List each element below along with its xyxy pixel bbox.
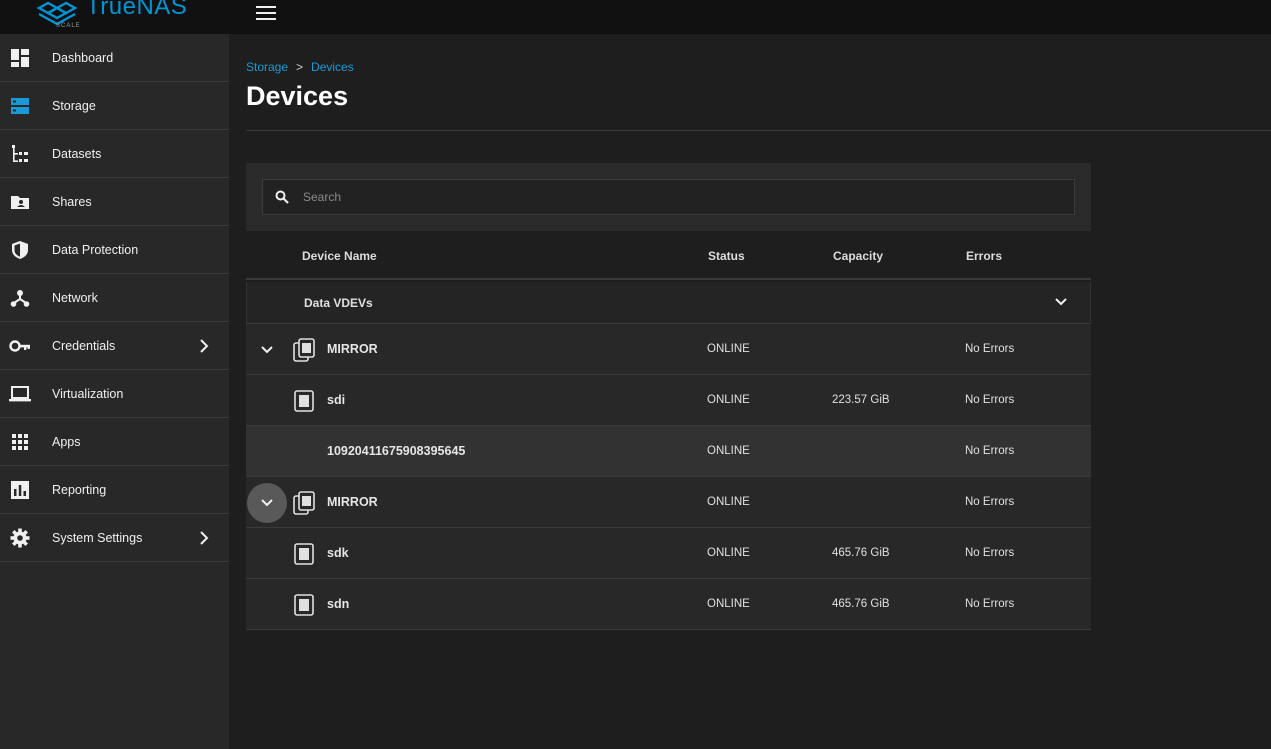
device-name: sdn [327,597,350,611]
device-errors: No Errors [965,598,1015,610]
main-content: Storage > Devices Devices Device Name St… [229,34,1271,749]
device-errors: No Errors [965,547,1015,559]
sidebar-item-datasets[interactable]: Datasets [0,130,229,178]
sidebar-item-apps[interactable]: Apps [0,418,229,466]
device-capacity: 465.76 GiB [832,547,890,559]
sidebar-item-label: Reporting [52,482,107,497]
menu-toggle-button[interactable] [256,2,276,20]
shares-icon [9,192,31,212]
device-errors: No Errors [965,445,1015,457]
device-capacity: 223.57 GiB [832,394,890,406]
hamburger-icon [256,6,276,8]
gear-icon [9,528,31,548]
sidebar-item-virtualization[interactable]: Virtualization [0,370,229,418]
chevron-right-icon [200,339,209,353]
sidebar-item-label: Virtualization [52,386,124,401]
sidebar-item-credentials[interactable]: Credentials [0,322,229,370]
device-name: sdi [327,393,346,407]
device-status: ONLINE [707,445,750,457]
device-status: ONLINE [707,394,750,406]
search-icon [275,190,289,204]
sidebar-item-dashboard[interactable]: Dashboard [0,34,229,82]
search-bar [246,163,1091,231]
table-row[interactable]: sdi ONLINE 223.57 GiB No Errors [246,375,1091,426]
breadcrumb-separator: > [296,60,304,74]
network-icon [9,288,31,308]
device-errors: No Errors [965,343,1015,355]
table-header: Device Name Status Capacity Errors [246,231,1091,280]
device-name: MIRROR [327,495,378,509]
sidebar: Dashboard Storage Datasets Shares Data P… [0,34,229,749]
breadcrumb-devices[interactable]: Devices [311,60,354,74]
vdev-group-label: Data VDEVs [304,296,373,310]
logo-subtitle: SCALE [56,23,81,29]
column-header-errors[interactable]: Errors [966,249,1002,263]
expand-toggle-button[interactable] [247,483,287,523]
sidebar-item-label: Data Protection [52,242,139,257]
disk-icon [294,390,314,412]
storage-icon [9,96,31,116]
bar-chart-icon [9,480,31,500]
column-header-capacity[interactable]: Capacity [833,249,883,263]
dashboard-icon [9,48,31,68]
device-status: ONLINE [707,343,750,355]
sidebar-item-label: Credentials [52,338,116,353]
disk-icon [294,543,314,565]
device-status: ONLINE [707,496,750,508]
datasets-icon [9,144,31,164]
device-name: sdk [327,546,349,560]
vdev-group-row[interactable]: Data VDEVs [246,282,1091,324]
sidebar-item-label: Datasets [52,146,102,161]
chevron-down-icon [261,346,273,354]
search-box[interactable] [262,179,1075,215]
expand-toggle-button[interactable] [247,330,287,370]
mirror-icon [293,338,315,362]
device-errors: No Errors [965,496,1015,508]
device-capacity: 465.76 GiB [832,598,890,610]
key-icon [9,336,31,356]
hamburger-line [256,18,276,20]
sidebar-item-reporting[interactable]: Reporting [0,466,229,514]
breadcrumb: Storage > Devices [246,60,354,74]
table-row[interactable]: MIRROR ONLINE No Errors [246,477,1091,528]
sidebar-item-label: Network [52,290,98,305]
chevron-right-icon [200,531,209,545]
sidebar-item-system-settings[interactable]: System Settings [0,514,229,562]
device-name: 10920411675908395645 [327,444,466,458]
device-status: ONLINE [707,598,750,610]
column-header-status[interactable]: Status [708,249,745,263]
apps-grid-icon [9,432,31,452]
device-status: ONLINE [707,547,750,559]
table-row[interactable]: sdk ONLINE 465.76 GiB No Errors [246,528,1091,579]
header-divider [246,130,1271,131]
laptop-icon [9,384,31,404]
sidebar-item-data-protection[interactable]: Data Protection [0,226,229,274]
mirror-icon [293,491,315,515]
disk-icon [294,594,314,616]
table-row[interactable]: MIRROR ONLINE No Errors [246,324,1091,375]
hamburger-line [256,12,276,14]
column-header-device-name[interactable]: Device Name [302,249,377,263]
sidebar-item-label: System Settings [52,530,143,545]
sidebar-item-network[interactable]: Network [0,274,229,322]
table-row[interactable]: 10920411675908395645 ONLINE No Errors [246,426,1091,477]
chevron-down-icon[interactable] [1053,294,1069,310]
page-title: Devices [246,81,349,111]
chevron-down-icon [261,499,273,507]
sidebar-item-label: Dashboard [52,50,114,65]
logo-text: TrueNAS [86,0,188,20]
sidebar-item-storage[interactable]: Storage [0,82,229,130]
table-row[interactable]: sdn ONLINE 465.76 GiB No Errors [246,579,1091,630]
device-errors: No Errors [965,394,1015,406]
sidebar-item-label: Apps [52,434,81,449]
breadcrumb-storage[interactable]: Storage [246,60,288,74]
shield-icon [9,240,31,260]
sidebar-item-label: Storage [52,98,96,113]
sidebar-item-label: Shares [52,194,92,209]
sidebar-item-shares[interactable]: Shares [0,178,229,226]
top-bar: TrueNAS SCALE [0,0,1271,34]
device-name: MIRROR [327,342,378,356]
search-input[interactable] [303,180,1063,214]
